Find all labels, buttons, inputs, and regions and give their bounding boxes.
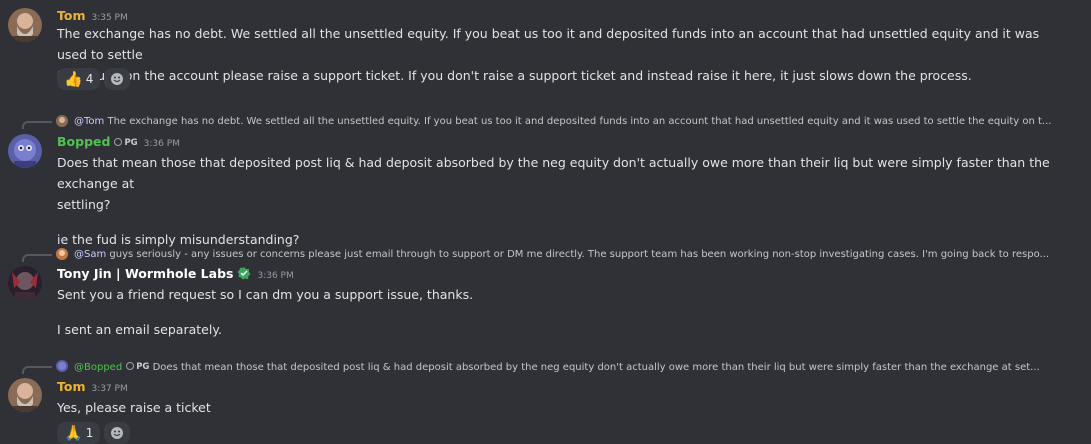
message-content: Sent you a friend request so I can dm yo… — [57, 284, 1067, 340]
tag-icon — [114, 138, 123, 146]
message-tom-2: @Bopped PG Does that mean those that depo… — [0, 356, 1091, 444]
timestamp: 3:35 PM — [91, 13, 128, 23]
thumbs-up-icon: 👍 — [64, 70, 83, 88]
author-name[interactable]: Tom — [57, 8, 85, 23]
reactions-bar: 🙏 1 — [57, 422, 131, 444]
add-reaction-button[interactable] — [104, 68, 131, 90]
message-tony: @Sam guys seriously - any issues or conc… — [0, 244, 1091, 344]
server-tag: PG — [126, 360, 149, 374]
message-line: the equity on the account please raise a… — [57, 68, 972, 83]
add-reaction-button[interactable] — [104, 422, 131, 444]
message-bopped: @Tom The exchange has no debt. We settle… — [0, 112, 1091, 247]
reply-mention[interactable]: @Tom — [74, 116, 104, 127]
reaction-praying-hands[interactable]: 🙏 1 — [57, 422, 101, 444]
reaction-thumbs-up[interactable]: 👍 4 — [57, 68, 101, 90]
message-line: Does that mean those that deposited post… — [57, 155, 1050, 191]
message-line: I sent an email separately. — [57, 322, 222, 337]
message-line: The exchange has no debt. We settled all… — [57, 26, 1040, 62]
tag-label: PG — [124, 138, 138, 148]
tag-icon — [126, 362, 135, 370]
reply-spine — [22, 254, 52, 262]
reply-spine — [22, 366, 52, 374]
reply-text: The exchange has no debt. We settled all… — [107, 116, 1052, 127]
reply-avatar-sam — [56, 248, 68, 260]
reply-mention[interactable]: @Bopped — [74, 362, 122, 373]
timestamp: 3:36 PM — [257, 271, 294, 281]
avatar-tony[interactable] — [8, 266, 42, 300]
smiley-icon — [111, 73, 124, 85]
message-content: Does that mean those that deposited post… — [57, 152, 1067, 250]
reply-text: guys seriously - any issues or concerns … — [109, 249, 1050, 260]
message-header: Tony Jin | Wormhole Labs 3:36 PM — [57, 265, 294, 283]
verified-badge-icon — [237, 266, 251, 285]
author-name[interactable]: Tony Jin | Wormhole Labs — [57, 266, 233, 281]
message-header: Bopped PG 3:36 PM — [57, 133, 180, 151]
author-name[interactable]: Tom — [57, 379, 85, 394]
message-line: Sent you a friend request so I can dm yo… — [57, 287, 474, 302]
avatar-tom[interactable] — [8, 8, 42, 42]
author-name[interactable]: Bopped — [57, 134, 110, 149]
message-line — [57, 305, 1067, 319]
reply-text: Does that mean those that deposited post… — [152, 362, 1040, 373]
reply-preview[interactable]: @Tom The exchange has no debt. We settle… — [22, 115, 1072, 129]
reply-preview[interactable]: @Bopped PG Does that mean those that depo… — [22, 360, 1072, 374]
smiley-icon — [111, 427, 124, 439]
message-tom-1: Tom 3:35 PM The exchange has no debt. We … — [0, 0, 1091, 100]
timestamp: 3:36 PM — [143, 139, 180, 149]
avatar-tom[interactable] — [8, 378, 42, 412]
reply-avatar-tom — [56, 115, 68, 127]
avatar-bopped[interactable] — [8, 134, 42, 168]
message-header: Tom 3:37 PM — [57, 378, 128, 396]
reaction-count: 1 — [85, 426, 94, 440]
message-content: Yes, please raise a ticket — [57, 397, 1067, 418]
reply-mention[interactable]: @Sam — [74, 249, 106, 260]
reaction-count: 4 — [85, 72, 94, 86]
tag-label: PG — [136, 362, 150, 372]
message-line: Yes, please raise a ticket — [57, 400, 211, 415]
server-tag: PG — [114, 134, 138, 152]
message-content: The exchange has no debt. We settled all… — [57, 23, 1067, 86]
message-line — [57, 215, 1067, 229]
timestamp: 3:37 PM — [91, 384, 128, 394]
reply-spine — [22, 121, 52, 129]
reply-avatar-bopped — [56, 360, 68, 372]
message-line: settling? — [57, 197, 111, 212]
reply-preview[interactable]: @Sam guys seriously - any issues or conc… — [22, 248, 1072, 262]
chat-log: Tom 3:35 PM The exchange has no debt. We … — [0, 0, 1091, 444]
reactions-bar: 👍 4 — [57, 68, 131, 90]
praying-hands-icon: 🙏 — [64, 424, 83, 442]
